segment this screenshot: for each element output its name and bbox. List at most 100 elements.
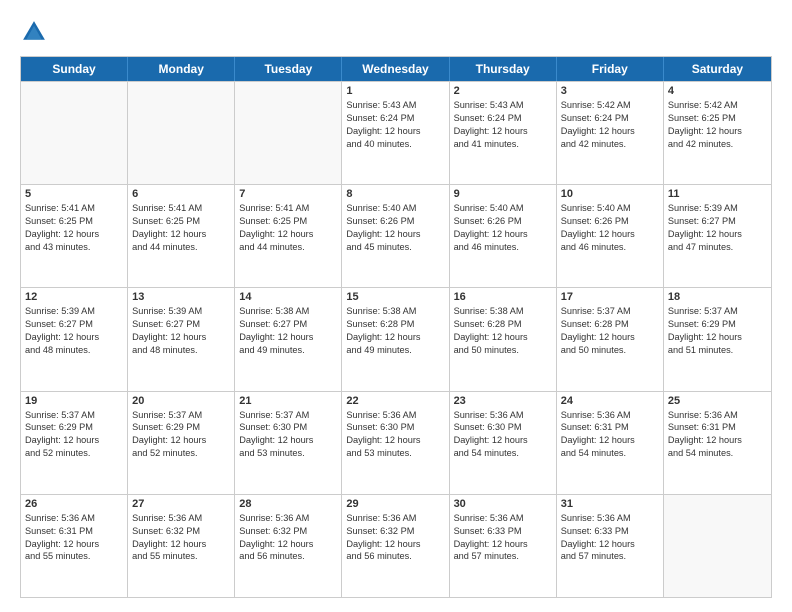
cell-info: Sunrise: 5:38 AM Sunset: 6:28 PM Dayligh…	[454, 306, 528, 355]
calendar-cell: 19 Sunrise: 5:37 AM Sunset: 6:29 PM Dayli…	[21, 392, 128, 494]
header-day-thursday: Thursday	[450, 57, 557, 81]
day-number: 25	[668, 395, 767, 407]
cell-info: Sunrise: 5:39 AM Sunset: 6:27 PM Dayligh…	[668, 203, 742, 252]
day-number: 19	[25, 395, 123, 407]
header-day-saturday: Saturday	[664, 57, 771, 81]
calendar-cell: 5Sunrise: 5:41 AM Sunset: 6:25 PM Daylig…	[21, 185, 128, 287]
cell-info: Sunrise: 5:40 AM Sunset: 6:26 PM Dayligh…	[346, 203, 420, 252]
calendar-cell: 7 Sunrise: 5:41 AM Sunset: 6:25 PM Daylig…	[235, 185, 342, 287]
cell-info: Sunrise: 5:37 AM Sunset: 6:28 PM Dayligh…	[561, 306, 635, 355]
cell-info: Sunrise: 5:42 AM Sunset: 6:25 PM Dayligh…	[668, 100, 742, 149]
calendar-cell: 2Sunrise: 5:43 AM Sunset: 6:24 PM Daylig…	[450, 82, 557, 184]
calendar-cell: 30 Sunrise: 5:36 AM Sunset: 6:33 PM Dayli…	[450, 495, 557, 597]
calendar-cell: 21 Sunrise: 5:37 AM Sunset: 6:30 PM Dayli…	[235, 392, 342, 494]
day-number: 18	[668, 291, 767, 303]
header-day-tuesday: Tuesday	[235, 57, 342, 81]
calendar-cell: 11 Sunrise: 5:39 AM Sunset: 6:27 PM Dayli…	[664, 185, 771, 287]
day-number: 15	[346, 291, 444, 303]
day-number: 28	[239, 498, 337, 510]
cell-info: Sunrise: 5:37 AM Sunset: 6:29 PM Dayligh…	[668, 306, 742, 355]
calendar-cell: 26Sunrise: 5:36 AM Sunset: 6:31 PM Dayli…	[21, 495, 128, 597]
day-number: 23	[454, 395, 552, 407]
calendar-cell: 16 Sunrise: 5:38 AM Sunset: 6:28 PM Dayli…	[450, 288, 557, 390]
day-number: 11	[668, 188, 767, 200]
calendar-cell: 29 Sunrise: 5:36 AM Sunset: 6:32 PM Dayli…	[342, 495, 449, 597]
header-day-sunday: Sunday	[21, 57, 128, 81]
calendar-cell	[21, 82, 128, 184]
calendar-cell	[128, 82, 235, 184]
calendar-cell: 14 Sunrise: 5:38 AM Sunset: 6:27 PM Dayli…	[235, 288, 342, 390]
calendar-cell: 28 Sunrise: 5:36 AM Sunset: 6:32 PM Dayli…	[235, 495, 342, 597]
calendar-cell: 20 Sunrise: 5:37 AM Sunset: 6:29 PM Dayli…	[128, 392, 235, 494]
calendar-cell	[664, 495, 771, 597]
page: SundayMondayTuesdayWednesdayThursdayFrid…	[0, 0, 792, 612]
day-number: 4	[668, 85, 767, 97]
day-number: 20	[132, 395, 230, 407]
header	[20, 18, 772, 46]
calendar-cell: 9 Sunrise: 5:40 AM Sunset: 6:26 PM Daylig…	[450, 185, 557, 287]
day-number: 21	[239, 395, 337, 407]
cell-info: Sunrise: 5:43 AM Sunset: 6:24 PM Dayligh…	[454, 100, 528, 149]
calendar-cell: 25Sunrise: 5:36 AM Sunset: 6:31 PM Dayli…	[664, 392, 771, 494]
cell-info: Sunrise: 5:41 AM Sunset: 6:25 PM Dayligh…	[132, 203, 206, 252]
calendar-cell	[235, 82, 342, 184]
day-number: 6	[132, 188, 230, 200]
logo	[20, 18, 52, 46]
day-number: 13	[132, 291, 230, 303]
calendar: SundayMondayTuesdayWednesdayThursdayFrid…	[20, 56, 772, 598]
day-number: 14	[239, 291, 337, 303]
calendar-cell: 15Sunrise: 5:38 AM Sunset: 6:28 PM Dayli…	[342, 288, 449, 390]
day-number: 1	[346, 85, 444, 97]
day-number: 9	[454, 188, 552, 200]
day-number: 24	[561, 395, 659, 407]
calendar-cell: 6 Sunrise: 5:41 AM Sunset: 6:25 PM Daylig…	[128, 185, 235, 287]
calendar-cell: 3Sunrise: 5:42 AM Sunset: 6:24 PM Daylig…	[557, 82, 664, 184]
calendar-cell: 10Sunrise: 5:40 AM Sunset: 6:26 PM Dayli…	[557, 185, 664, 287]
calendar-cell: 8 Sunrise: 5:40 AM Sunset: 6:26 PM Daylig…	[342, 185, 449, 287]
cell-info: Sunrise: 5:36 AM Sunset: 6:32 PM Dayligh…	[239, 513, 313, 562]
calendar-cell: 27 Sunrise: 5:36 AM Sunset: 6:32 PM Dayli…	[128, 495, 235, 597]
calendar-cell: 1 Sunrise: 5:43 AM Sunset: 6:24 PM Daylig…	[342, 82, 449, 184]
cell-info: Sunrise: 5:37 AM Sunset: 6:30 PM Dayligh…	[239, 410, 313, 459]
day-number: 30	[454, 498, 552, 510]
day-number: 22	[346, 395, 444, 407]
day-number: 29	[346, 498, 444, 510]
cell-info: Sunrise: 5:41 AM Sunset: 6:25 PM Dayligh…	[25, 203, 99, 252]
week-row-2: 12 Sunrise: 5:39 AM Sunset: 6:27 PM Dayli…	[21, 287, 771, 390]
calendar-cell: 23 Sunrise: 5:36 AM Sunset: 6:30 PM Dayli…	[450, 392, 557, 494]
day-number: 27	[132, 498, 230, 510]
cell-info: Sunrise: 5:43 AM Sunset: 6:24 PM Dayligh…	[346, 100, 420, 149]
cell-info: Sunrise: 5:40 AM Sunset: 6:26 PM Dayligh…	[561, 203, 635, 252]
cell-info: Sunrise: 5:39 AM Sunset: 6:27 PM Dayligh…	[25, 306, 99, 355]
day-number: 12	[25, 291, 123, 303]
calendar-cell: 4 Sunrise: 5:42 AM Sunset: 6:25 PM Daylig…	[664, 82, 771, 184]
cell-info: Sunrise: 5:39 AM Sunset: 6:27 PM Dayligh…	[132, 306, 206, 355]
week-row-4: 26Sunrise: 5:36 AM Sunset: 6:31 PM Dayli…	[21, 494, 771, 597]
cell-info: Sunrise: 5:36 AM Sunset: 6:32 PM Dayligh…	[346, 513, 420, 562]
header-day-monday: Monday	[128, 57, 235, 81]
cell-info: Sunrise: 5:37 AM Sunset: 6:29 PM Dayligh…	[132, 410, 206, 459]
calendar-cell: 17 Sunrise: 5:37 AM Sunset: 6:28 PM Dayli…	[557, 288, 664, 390]
calendar-header: SundayMondayTuesdayWednesdayThursdayFrid…	[21, 57, 771, 81]
cell-info: Sunrise: 5:36 AM Sunset: 6:30 PM Dayligh…	[346, 410, 420, 459]
cell-info: Sunrise: 5:36 AM Sunset: 6:33 PM Dayligh…	[561, 513, 635, 562]
cell-info: Sunrise: 5:36 AM Sunset: 6:33 PM Dayligh…	[454, 513, 528, 562]
day-number: 16	[454, 291, 552, 303]
cell-info: Sunrise: 5:37 AM Sunset: 6:29 PM Dayligh…	[25, 410, 99, 459]
cell-info: Sunrise: 5:36 AM Sunset: 6:32 PM Dayligh…	[132, 513, 206, 562]
day-number: 7	[239, 188, 337, 200]
week-row-0: 1 Sunrise: 5:43 AM Sunset: 6:24 PM Daylig…	[21, 81, 771, 184]
day-number: 8	[346, 188, 444, 200]
week-row-3: 19 Sunrise: 5:37 AM Sunset: 6:29 PM Dayli…	[21, 391, 771, 494]
cell-info: Sunrise: 5:40 AM Sunset: 6:26 PM Dayligh…	[454, 203, 528, 252]
day-number: 17	[561, 291, 659, 303]
cell-info: Sunrise: 5:41 AM Sunset: 6:25 PM Dayligh…	[239, 203, 313, 252]
calendar-body: 1 Sunrise: 5:43 AM Sunset: 6:24 PM Daylig…	[21, 81, 771, 597]
day-number: 3	[561, 85, 659, 97]
calendar-cell: 24 Sunrise: 5:36 AM Sunset: 6:31 PM Dayli…	[557, 392, 664, 494]
calendar-cell: 18 Sunrise: 5:37 AM Sunset: 6:29 PM Dayli…	[664, 288, 771, 390]
cell-info: Sunrise: 5:36 AM Sunset: 6:31 PM Dayligh…	[25, 513, 99, 562]
cell-info: Sunrise: 5:36 AM Sunset: 6:31 PM Dayligh…	[561, 410, 635, 459]
cell-info: Sunrise: 5:36 AM Sunset: 6:30 PM Dayligh…	[454, 410, 528, 459]
cell-info: Sunrise: 5:38 AM Sunset: 6:27 PM Dayligh…	[239, 306, 313, 355]
